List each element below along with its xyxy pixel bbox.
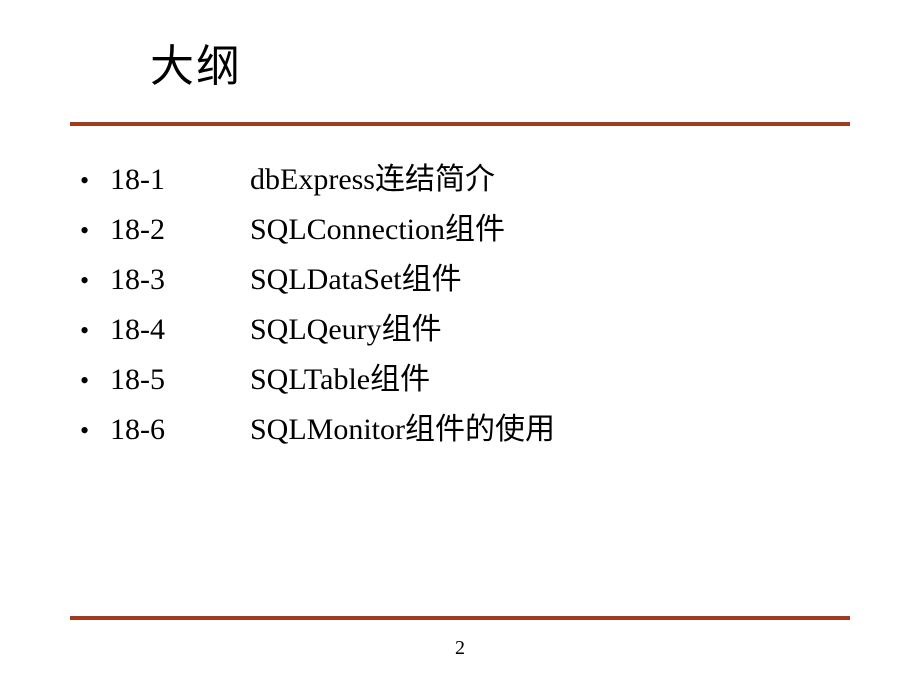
divider-bottom (70, 616, 850, 620)
bullet-icon: • (80, 260, 110, 302)
slide: 大纲 • 18-1 dbExpress连结简介 • 18-2 SQLConnec… (0, 0, 920, 690)
outline-list: • 18-1 dbExpress连结简介 • 18-2 SQLConnectio… (80, 156, 870, 454)
section-number: 18-5 (110, 356, 250, 404)
section-number: 18-2 (110, 206, 250, 254)
bullet-icon: • (80, 210, 110, 252)
list-item: • 18-1 dbExpress连结简介 (80, 156, 870, 204)
section-label: SQLConnection组件 (250, 206, 505, 254)
slide-title: 大纲 (150, 30, 870, 94)
section-number: 18-1 (110, 156, 250, 204)
section-label: SQLDataSet组件 (250, 256, 462, 304)
list-item: • 18-3 SQLDataSet组件 (80, 256, 870, 304)
section-number: 18-4 (110, 306, 250, 354)
section-number: 18-3 (110, 256, 250, 304)
section-number: 18-6 (110, 406, 250, 454)
bullet-icon: • (80, 360, 110, 402)
section-label: SQLTable组件 (250, 356, 430, 404)
list-item: • 18-6 SQLMonitor组件的使用 (80, 406, 870, 454)
list-item: • 18-4 SQLQeury组件 (80, 306, 870, 354)
section-label: SQLQeury组件 (250, 306, 442, 354)
list-item: • 18-2 SQLConnection组件 (80, 206, 870, 254)
section-label: SQLMonitor组件的使用 (250, 406, 555, 454)
list-item: • 18-5 SQLTable组件 (80, 356, 870, 404)
bullet-icon: • (80, 410, 110, 452)
bullet-icon: • (80, 160, 110, 202)
section-label: dbExpress连结简介 (250, 156, 495, 204)
bullet-icon: • (80, 310, 110, 352)
divider-top (70, 122, 850, 126)
page-number: 2 (455, 637, 465, 660)
